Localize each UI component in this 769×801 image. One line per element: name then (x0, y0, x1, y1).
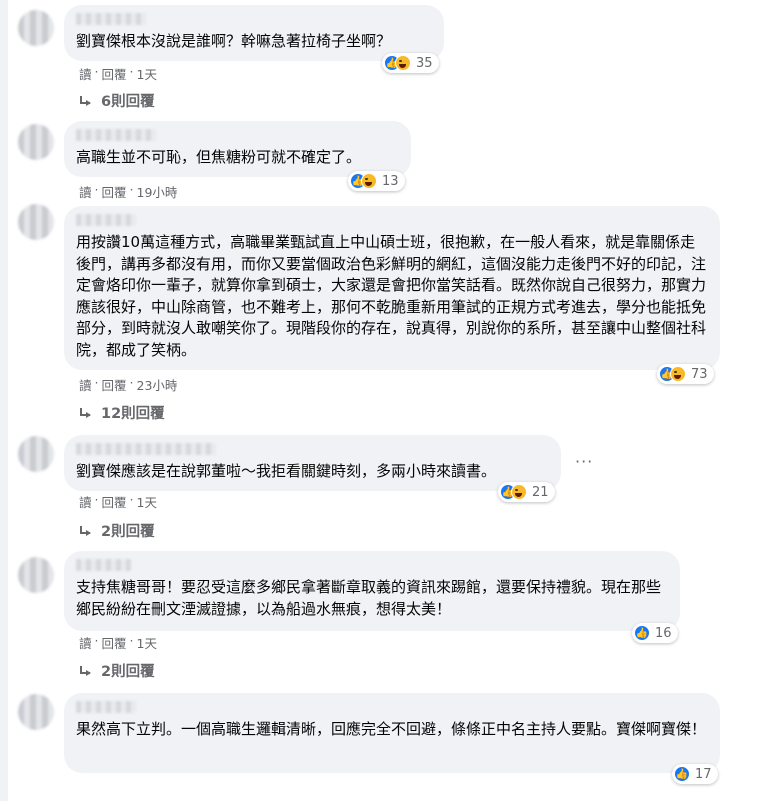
reaction-count: 17 (695, 766, 712, 782)
comment-actions: 讀 · 回覆 · 23小時 (79, 375, 178, 394)
haha-icon (361, 173, 377, 189)
view-replies-button[interactable]: 2則回覆 (79, 520, 155, 541)
reaction-summary[interactable]: 👍 13 (348, 171, 405, 191)
reaction-count: 21 (532, 484, 549, 500)
avatar[interactable] (18, 436, 54, 472)
replies-label: 2則回覆 (101, 524, 155, 540)
replies-label: 2則回覆 (101, 664, 155, 680)
timestamp[interactable]: 1天 (137, 492, 157, 511)
avatar[interactable] (18, 204, 54, 240)
reply-arrow-icon (79, 407, 91, 418)
view-replies-button[interactable]: 2則回覆 (79, 660, 155, 681)
reaction-summary[interactable]: 👍 35 (382, 53, 439, 73)
replies-label: 12則回覆 (101, 406, 165, 422)
reply-arrow-icon (79, 525, 91, 536)
avatar[interactable] (18, 10, 54, 46)
comment-actions: 讀 · 回覆 · 1天 (79, 492, 157, 511)
reaction-count: 13 (382, 173, 399, 189)
read-link[interactable]: 讀 (79, 182, 92, 201)
comment-bubble: 劉寶傑應該是在說郭董啦～我拒看關鍵時刻，多兩小時來讀書。 (64, 435, 561, 491)
comment-text: 劉寶傑應該是在說郭董啦～我拒看關鍵時刻，多兩小時來讀書。 (76, 462, 497, 480)
more-options-button[interactable]: ··· (575, 452, 593, 471)
haha-icon (395, 55, 411, 71)
avatar[interactable] (18, 694, 54, 730)
comment-actions: 讀 · 回覆 · 1天 (79, 64, 157, 83)
comment-bubble: 高職生並不可恥，但焦糖粉可就不確定了。 (64, 121, 411, 177)
comment-text: 果然高下立判。一個高職生邏輯清晰，回應完全不回避，條條正中名主持人要點。寶傑啊寶… (76, 720, 707, 738)
comment-bubble: 支持焦糖哥哥！要忍受這麼多鄉民拿著斷章取義的資訊來踢館，還要保持禮貌。現在那些鄉… (64, 551, 680, 631)
haha-icon (511, 484, 527, 500)
reply-arrow-icon (79, 95, 91, 106)
comment-bubble: 用按讚10萬這種方式，高職畢業甄試直上中山碩士班，很抱歉，在一般人看來，就是靠關… (64, 206, 720, 370)
reply-link[interactable]: 回覆 (102, 375, 127, 394)
read-link[interactable]: 讀 (79, 633, 92, 652)
reaction-summary[interactable]: 👍 21 (498, 482, 555, 502)
view-replies-button[interactable]: 6則回覆 (79, 90, 155, 111)
haha-icon (670, 366, 686, 382)
like-icon: 👍 (674, 766, 690, 782)
timestamp[interactable]: 23小時 (137, 375, 178, 394)
reply-link[interactable]: 回覆 (102, 492, 127, 511)
replies-label: 6則回覆 (101, 94, 155, 110)
reply-link[interactable]: 回覆 (102, 182, 127, 201)
reaction-count: 73 (691, 366, 708, 382)
reply-link[interactable]: 回覆 (102, 633, 127, 652)
avatar[interactable] (18, 124, 54, 160)
read-link[interactable]: 讀 (79, 375, 92, 394)
reaction-summary[interactable]: 👍 73 (657, 364, 714, 384)
comment-text: 劉寶傑根本沒說是誰啊？幹嘛急著拉椅子坐啊？ (76, 32, 392, 50)
author-name[interactable] (76, 701, 136, 713)
reaction-summary[interactable]: 👍 16 (632, 623, 678, 643)
comment-text: 支持焦糖哥哥！要忍受這麼多鄉民拿著斷章取義的資訊來踢館，還要保持禮貌。現在那些鄉… (76, 578, 662, 618)
reaction-summary[interactable]: 👍 17 (672, 764, 718, 784)
author-name[interactable] (76, 13, 146, 25)
reply-arrow-icon (79, 665, 91, 676)
comment-bubble: 劉寶傑根本沒說是誰啊？幹嘛急著拉椅子坐啊？ (64, 5, 444, 61)
read-link[interactable]: 讀 (79, 64, 92, 83)
view-replies-button[interactable]: 12則回覆 (79, 402, 165, 423)
reaction-count: 16 (655, 625, 672, 641)
author-name[interactable] (76, 214, 136, 226)
page-edge (0, 0, 8, 801)
author-name[interactable] (76, 129, 156, 141)
read-link[interactable]: 讀 (79, 492, 92, 511)
comment-bubble: 果然高下立判。一個高職生邏輯清晰，回應完全不回避，條條正中名主持人要點。寶傑啊寶… (64, 693, 720, 773)
reply-link[interactable]: 回覆 (102, 64, 127, 83)
like-icon: 👍 (634, 625, 650, 641)
comment-actions: 讀 · 回覆 · 1天 (79, 633, 157, 652)
comment-text: 高職生並不可恥，但焦糖粉可就不確定了。 (76, 148, 362, 166)
author-name[interactable] (76, 443, 216, 455)
timestamp[interactable]: 1天 (137, 64, 157, 83)
comment-text: 用按讚10萬這種方式，高職畢業甄試直上中山碩士班，很抱歉，在一般人看來，就是靠關… (76, 233, 707, 359)
comment-actions: 讀 · 回覆 · 19小時 (79, 182, 178, 201)
timestamp[interactable]: 1天 (137, 633, 157, 652)
timestamp[interactable]: 19小時 (137, 182, 178, 201)
avatar[interactable] (18, 557, 54, 593)
reaction-count: 35 (416, 55, 433, 71)
author-name[interactable] (76, 559, 131, 571)
